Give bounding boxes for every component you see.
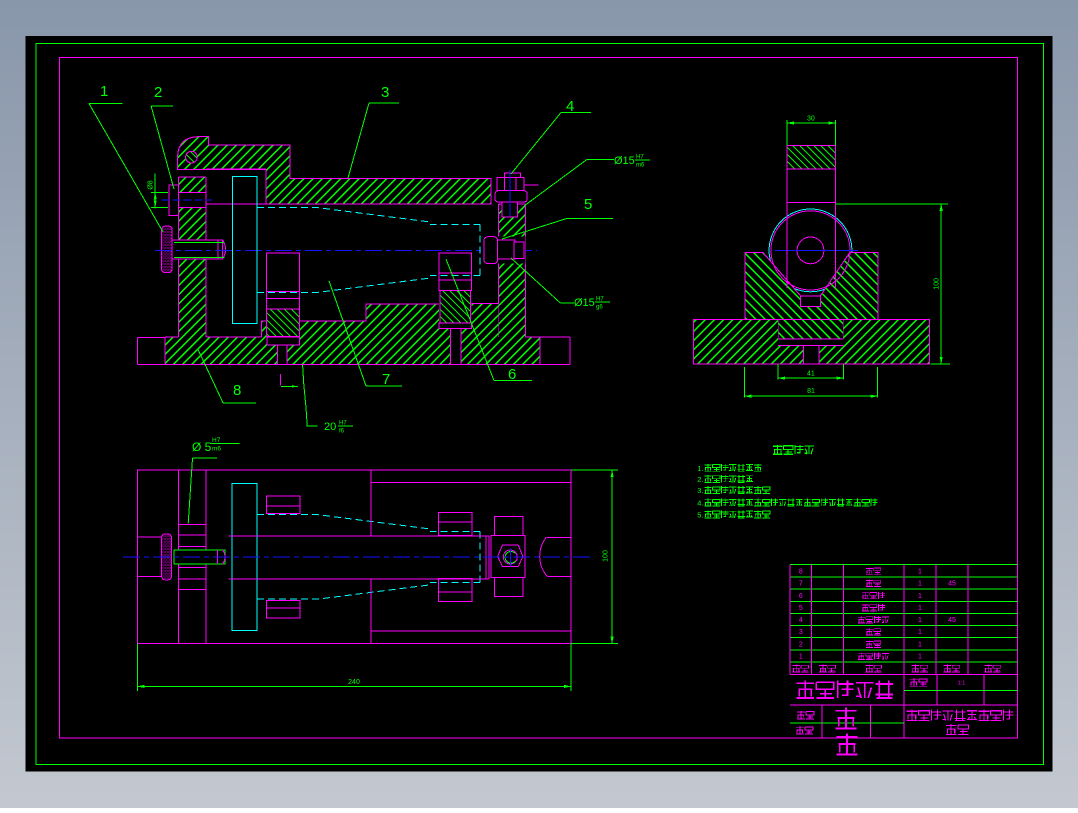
svg-text:m6: m6 bbox=[212, 446, 221, 453]
svg-text:3: 3 bbox=[799, 629, 803, 636]
svg-text:41: 41 bbox=[807, 370, 815, 377]
svg-text:g6: g6 bbox=[596, 305, 603, 311]
svg-text:1.: 1. bbox=[697, 464, 703, 473]
svg-text:5: 5 bbox=[799, 605, 803, 612]
svg-text:2: 2 bbox=[799, 641, 803, 648]
svg-text:45: 45 bbox=[948, 581, 956, 588]
svg-text:100: 100 bbox=[934, 278, 941, 290]
svg-text:5.: 5. bbox=[697, 510, 703, 519]
svg-text:45: 45 bbox=[948, 617, 956, 624]
svg-text:7: 7 bbox=[799, 581, 803, 588]
svg-text:Ø15: Ø15 bbox=[614, 155, 635, 167]
svg-text:6: 6 bbox=[799, 593, 803, 600]
svg-text:2.: 2. bbox=[697, 475, 703, 484]
svg-text:1: 1 bbox=[918, 593, 922, 600]
svg-text:Ø 5: Ø 5 bbox=[192, 440, 212, 454]
svg-text:20: 20 bbox=[324, 421, 336, 433]
svg-text:81: 81 bbox=[807, 388, 815, 395]
svg-text:100: 100 bbox=[603, 550, 610, 562]
svg-text:1: 1 bbox=[918, 617, 922, 624]
svg-text:1: 1 bbox=[918, 568, 922, 575]
svg-text:30: 30 bbox=[807, 116, 815, 123]
svg-text:1:1: 1:1 bbox=[958, 680, 966, 686]
svg-text:f6: f6 bbox=[339, 429, 345, 435]
svg-text:3.: 3. bbox=[697, 486, 703, 495]
svg-text:2: 2 bbox=[154, 84, 162, 101]
svg-text:240: 240 bbox=[348, 679, 360, 686]
svg-text:8: 8 bbox=[799, 568, 803, 575]
svg-text:Ø15: Ø15 bbox=[574, 297, 595, 309]
svg-text:1: 1 bbox=[918, 654, 922, 661]
svg-text:1: 1 bbox=[799, 654, 803, 661]
svg-text:Ø8: Ø8 bbox=[148, 180, 155, 189]
svg-text:4.: 4. bbox=[697, 499, 703, 508]
svg-text:H7: H7 bbox=[212, 437, 221, 444]
svg-text:1: 1 bbox=[918, 581, 922, 588]
svg-text:1: 1 bbox=[918, 629, 922, 636]
svg-text:8: 8 bbox=[233, 382, 241, 399]
svg-text:5: 5 bbox=[584, 196, 592, 213]
svg-text:m6: m6 bbox=[636, 163, 645, 169]
svg-text:1: 1 bbox=[918, 641, 922, 648]
svg-text:3: 3 bbox=[381, 84, 389, 101]
svg-text:1: 1 bbox=[918, 605, 922, 612]
svg-text:4: 4 bbox=[799, 617, 803, 624]
svg-text:1: 1 bbox=[100, 83, 108, 100]
